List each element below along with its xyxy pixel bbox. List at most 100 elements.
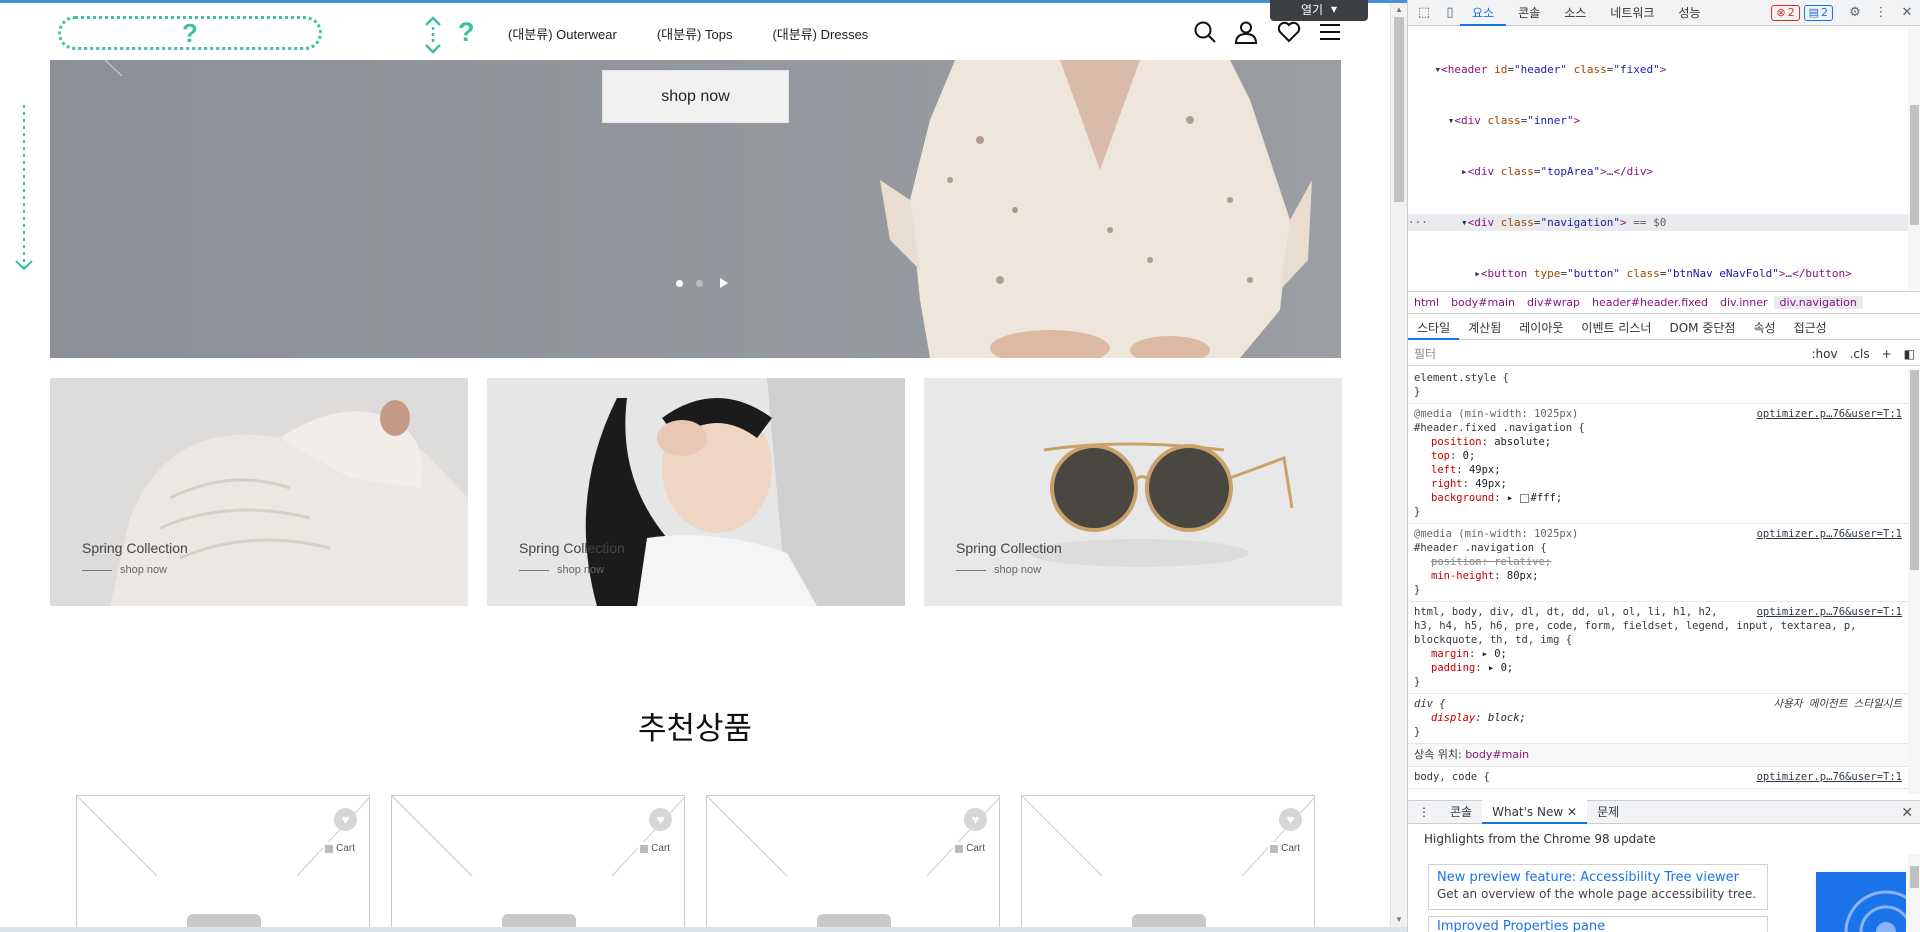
breadcrumb-item[interactable]: body#main [1445, 296, 1521, 309]
product-card[interactable]: ♥ Cart [76, 795, 370, 927]
tab-elements[interactable]: 요소 [1460, 0, 1507, 26]
style-rule[interactable]: div { 사용자 에이전트 스타일시트 display: block; } [1408, 694, 1908, 744]
breadcrumb-item[interactable]: div.inner [1714, 296, 1773, 309]
scrollbar-thumb[interactable] [1910, 370, 1919, 570]
dom-node-selected[interactable]: ··· ▾<div class="navigation"> == $0 [1408, 214, 1908, 231]
add-to-cart-button[interactable]: Cart [638, 842, 672, 855]
add-to-cart-button[interactable]: Cart [1268, 842, 1302, 855]
new-style-rule-button[interactable]: + [1876, 347, 1898, 361]
product-card[interactable]: ♥ Cart [391, 795, 685, 927]
device-toolbar-icon[interactable]: ▯ [1440, 3, 1460, 23]
dom-node[interactable]: ▾<header id="header" class="fixed"> [1408, 61, 1908, 78]
tab-event-listeners[interactable]: 이벤트 리스너 [1572, 316, 1660, 340]
banner-portrait[interactable]: Spring Collection shop now [487, 378, 905, 606]
add-to-cart-button[interactable]: Cart [323, 842, 357, 855]
dom-tree-scrollbar[interactable] [1908, 27, 1920, 289]
close-drawer-icon[interactable]: ✕ [1901, 805, 1913, 821]
style-rule[interactable]: @media (min-width: 1025px) #header .navi… [1408, 524, 1908, 602]
tab-properties[interactable]: 속성 [1744, 316, 1784, 340]
wishlist-heart-icon[interactable]: ♥ [964, 808, 987, 831]
style-rule[interactable]: body, code { optimizer.p…76&user=T:1 [1408, 767, 1908, 789]
wishlist-heart-icon[interactable]: ♥ [649, 808, 672, 831]
whats-new-card-title[interactable]: New preview feature: Accessibility Tree … [1437, 870, 1759, 885]
close-icon[interactable]: ✕ [1897, 3, 1917, 23]
banner-shop-now-label: shop now [557, 564, 605, 576]
style-rule[interactable]: @media (min-width: 1025px) #header.fixed… [1408, 404, 1908, 524]
settings-gear-icon[interactable]: ⚙ [1845, 3, 1865, 23]
recommended-products-title: 추천상품 [637, 711, 753, 746]
horizontal-scrollbar[interactable] [0, 927, 1407, 932]
breadcrumb-item[interactable]: header#header.fixed [1586, 296, 1714, 309]
wishlist-heart-icon[interactable]: ♥ [334, 808, 357, 831]
banner-sunglasses[interactable]: Spring Collection shop now [924, 378, 1342, 606]
tab-layout[interactable]: 레이아웃 [1510, 316, 1572, 340]
tab-sources[interactable]: 소스 [1552, 0, 1598, 26]
more-options-icon[interactable]: ⋮ [1871, 3, 1891, 23]
hover-state-toggle[interactable]: :hov [1806, 347, 1844, 361]
search-icon[interactable] [1193, 20, 1217, 44]
whats-new-card[interactable]: New preview feature: Accessibility Tree … [1428, 864, 1768, 910]
nav-category-tops[interactable]: (대분류) Tops [657, 24, 733, 43]
nav-category-dresses[interactable]: (대분류) Dresses [772, 24, 868, 43]
add-to-cart-button[interactable]: Cart [953, 842, 987, 855]
whats-new-scrollbar[interactable] [1908, 854, 1920, 932]
drawer-menu-icon[interactable]: ⋮ [1408, 800, 1440, 824]
product-card[interactable]: ♥ Cart [1021, 795, 1315, 927]
banner-shop-now[interactable]: shop now [519, 564, 604, 576]
styles-scrollbar[interactable] [1908, 368, 1920, 794]
tab-accessibility[interactable]: 접근성 [1785, 316, 1836, 340]
dom-node[interactable]: ▸<div class="topArea">…</div> [1408, 163, 1908, 180]
camera-icon [502, 914, 576, 927]
nav-fold-button[interactable]: ? [420, 15, 480, 55]
styles-filter-input[interactable]: 필터 [1408, 345, 1806, 362]
tab-performance[interactable]: 성능 [1666, 0, 1712, 26]
scrollbar-thumb[interactable] [1394, 17, 1404, 202]
breadcrumb-item-active[interactable]: div.navigation [1773, 296, 1863, 309]
error-count-badge[interactable]: ⊗ 2 [1771, 4, 1800, 21]
open-dropdown-button[interactable]: 열기 ▾ [1270, 0, 1368, 21]
close-tab-icon[interactable]: ✕ [1567, 805, 1577, 819]
tab-console[interactable]: 콘솔 [1506, 0, 1552, 26]
slide-dot-1[interactable] [676, 279, 683, 287]
hero-shop-now-button[interactable]: shop now [602, 70, 789, 123]
banner-sweater[interactable]: Spring Collection shop now [50, 378, 468, 606]
inspect-element-icon[interactable]: ⬚ [1414, 3, 1434, 23]
dom-node[interactable]: ▸<button type="button" class="btnNav eNa… [1408, 265, 1908, 282]
breadcrumb-item[interactable]: html [1408, 296, 1445, 309]
scroll-up-icon[interactable]: ▲ [1391, 3, 1407, 17]
scrollbar-thumb[interactable] [1910, 866, 1919, 888]
tab-computed[interactable]: 계산됨 [1459, 316, 1510, 340]
drawer-tab-console[interactable]: 콘솔 [1440, 800, 1482, 824]
slide-dot-2[interactable] [696, 279, 703, 287]
drawer-tab-whats-new[interactable]: What's New ✕ [1482, 800, 1588, 824]
drawer-tab-issues[interactable]: 문제 [1587, 800, 1629, 824]
toggle-sidebar-icon[interactable]: ◧ [1898, 347, 1920, 361]
scrollbar-thumb[interactable] [1910, 105, 1919, 225]
menu-icon[interactable] [1318, 20, 1342, 44]
nav-category-outerwear[interactable]: (대분류) Outerwear [508, 24, 617, 43]
user-icon[interactable] [1234, 20, 1258, 44]
message-count-badge[interactable]: ▤ 2 [1803, 4, 1833, 21]
whats-new-card-2[interactable]: Improved Properties pane [1428, 916, 1768, 932]
style-rule[interactable]: element.style { } [1408, 368, 1908, 404]
style-rule[interactable]: html, body, div, dl, dt, dd, ul, ol, li,… [1408, 602, 1908, 694]
tab-network[interactable]: 네트워크 [1598, 0, 1666, 26]
expand-arrows-icon [425, 16, 441, 54]
scroll-down-icon[interactable]: ▼ [1391, 913, 1407, 927]
inherited-source[interactable]: body#main [1465, 748, 1529, 761]
tab-dom-breakpoints[interactable]: DOM 중단점 [1660, 316, 1744, 340]
banner-shop-now[interactable]: shop now [956, 564, 1041, 576]
wishlist-heart-icon[interactable]: ♥ [1279, 808, 1302, 831]
dom-node[interactable]: ▾<div class="inner"> [1408, 112, 1908, 129]
heart-icon[interactable] [1277, 20, 1301, 44]
styles-pane[interactable]: element.style { } @media (min-width: 102… [1408, 368, 1908, 794]
banner-shop-now[interactable]: shop now [82, 564, 167, 576]
dom-tree[interactable]: ▾<header id="header" class="fixed"> ▾<di… [1408, 27, 1908, 289]
class-toggle[interactable]: .cls [1844, 347, 1876, 361]
product-card[interactable]: ♥ Cart [706, 795, 1000, 927]
page-scrollbar[interactable]: ▲ ▼ [1390, 3, 1407, 927]
tab-styles[interactable]: 스타일 [1408, 316, 1460, 340]
logo-placeholder[interactable]: ? [58, 16, 322, 50]
breadcrumb-item[interactable]: div#wrap [1521, 296, 1586, 309]
slider-play-icon[interactable] [720, 278, 728, 288]
